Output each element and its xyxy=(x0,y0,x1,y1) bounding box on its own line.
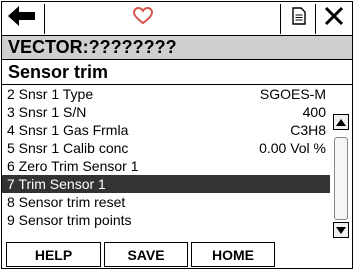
list-item[interactable]: 8 Sensor trim reset xyxy=(2,193,330,211)
document-button[interactable] xyxy=(286,2,312,35)
back-button[interactable] xyxy=(2,2,42,35)
scroll-up-button[interactable] xyxy=(333,114,349,130)
heart-icon xyxy=(132,6,154,30)
list-item[interactable]: 5 Snsr 1 Calib conc 0.00 Vol % xyxy=(2,139,330,157)
favorite-button[interactable] xyxy=(128,2,158,35)
list-item[interactable]: 6 Zero Trim Sensor 1 xyxy=(2,157,330,175)
item-label: 9 Sensor trim points xyxy=(7,212,132,228)
list-item[interactable]: 2 Snsr 1 Type SGOES-M xyxy=(2,85,330,103)
list-item[interactable]: 4 Snsr 1 Gas Frmla C3H8 xyxy=(2,121,330,139)
bottom-bar: HELP SAVE HOME xyxy=(2,242,352,268)
list-item-selected[interactable]: 7 Trim Sensor 1 xyxy=(2,175,330,193)
item-label: 4 Snsr 1 Gas Frmla xyxy=(7,122,129,138)
scroll-down-button[interactable] xyxy=(333,222,349,238)
device-title: VECTOR:???????? xyxy=(2,35,352,60)
item-value: 0.00 Vol % xyxy=(259,140,326,156)
menu-list: 2 Snsr 1 Type SGOES-M 3 Snsr 1 S/N 400 4… xyxy=(2,85,330,229)
item-label: 3 Snsr 1 S/N xyxy=(7,104,87,120)
item-value: 400 xyxy=(302,104,326,120)
item-label: 7 Trim Sensor 1 xyxy=(7,176,106,192)
item-value: SGOES-M xyxy=(259,86,326,102)
close-button[interactable] xyxy=(318,2,350,35)
triangle-up-icon xyxy=(336,113,346,131)
triangle-down-icon xyxy=(336,221,346,239)
item-value: C3H8 xyxy=(290,122,326,138)
document-icon xyxy=(292,7,306,30)
scroll-track[interactable] xyxy=(334,137,348,220)
section-title: Sensor trim xyxy=(2,61,352,85)
toolbar xyxy=(2,2,352,35)
item-label: 2 Snsr 1 Type xyxy=(7,86,94,102)
scrollbar[interactable] xyxy=(333,85,349,239)
item-label: 6 Zero Trim Sensor 1 xyxy=(7,158,139,174)
save-button[interactable]: SAVE xyxy=(104,242,188,267)
list-item[interactable]: 9 Sensor trim points xyxy=(2,211,330,229)
close-icon xyxy=(324,6,344,31)
item-label: 8 Sensor trim reset xyxy=(7,194,126,210)
home-button[interactable]: HOME xyxy=(191,242,275,267)
device-screen: VECTOR:???????? Sensor trim 2 Snsr 1 Typ… xyxy=(1,1,353,269)
list-item[interactable]: 3 Snsr 1 S/N 400 xyxy=(2,103,330,121)
left-arrow-icon xyxy=(8,6,36,31)
help-button[interactable]: HELP xyxy=(6,242,101,267)
item-label: 5 Snsr 1 Calib conc xyxy=(7,140,129,156)
